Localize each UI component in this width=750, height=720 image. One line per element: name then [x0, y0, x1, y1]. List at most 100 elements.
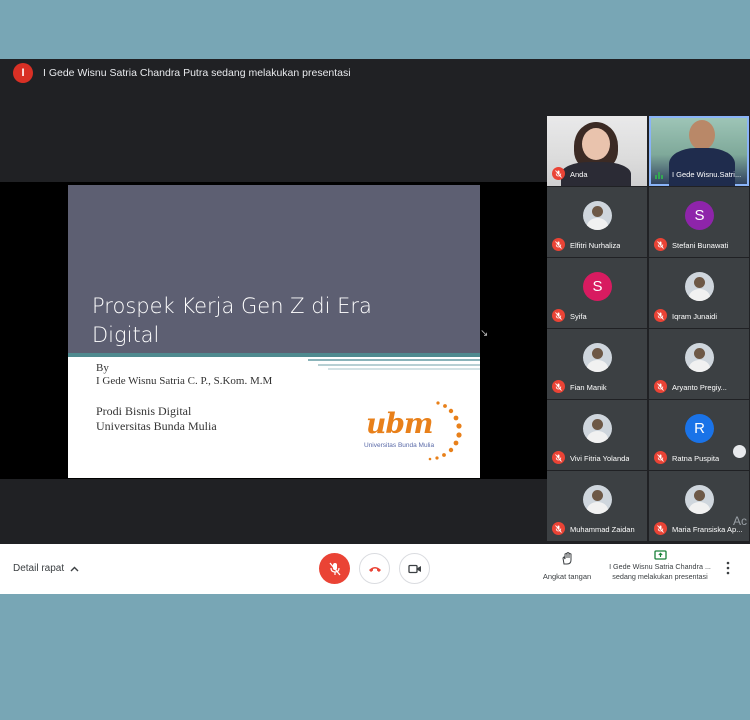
slide-stripe	[328, 368, 480, 370]
present-screen-icon	[653, 550, 667, 560]
muted-mic-icon	[552, 167, 565, 180]
participant-avatar	[583, 343, 612, 372]
participant-tile[interactable]: I Gede Wisnu.Satri...	[649, 116, 749, 186]
participant-avatar	[685, 485, 714, 514]
presenter-avatar: I	[13, 63, 33, 83]
presenting-label-line1: I Gede Wisnu Satria Chandra ...	[609, 562, 711, 571]
presenting-banner: I I Gede Wisnu Satria Chandra Putra seda…	[0, 59, 750, 87]
slide-stripe	[318, 364, 480, 366]
presenting-banner-text: I Gede Wisnu Satria Chandra Putra sedang…	[43, 67, 351, 79]
participant-tile[interactable]: Anda	[547, 116, 647, 186]
muted-mic-icon	[552, 238, 565, 251]
participant-avatar	[583, 414, 612, 443]
participant-avatar: S	[685, 201, 714, 230]
participant-avatar: R	[685, 414, 714, 443]
chevron-up-icon	[70, 566, 79, 571]
more-vert-icon	[726, 561, 730, 575]
participant-grid: Anda I Gede Wisnu.Satri... Elfitri Nurhali…	[547, 116, 750, 541]
mic-off-icon	[555, 240, 562, 249]
muted-mic-icon	[654, 309, 667, 322]
participant-avatar	[583, 485, 612, 514]
participant-name: Iqram Junaidi	[672, 312, 718, 321]
participant-name: Anda	[570, 170, 588, 179]
hand-icon	[562, 551, 572, 565]
mic-off-icon	[329, 562, 340, 575]
participant-tile[interactable]: R Ratna Puspita	[649, 400, 749, 470]
presenting-indicator-button[interactable]: I Gede Wisnu Satria Chandra ... sedang m…	[603, 550, 717, 582]
mic-off-icon	[657, 382, 664, 391]
participant-name: Aryanto Pregiy...	[672, 383, 727, 392]
meeting-details-label: Detail rapat	[13, 563, 65, 574]
meeting-details-button[interactable]: Detail rapat	[13, 563, 79, 574]
ubm-logo: ubm Universitas Bunda Mulia	[360, 397, 470, 471]
muted-mic-icon	[552, 522, 565, 535]
participant-name: Syifa	[570, 312, 587, 321]
slide-author: I Gede Wisnu Satria C. P., S.Kom. M.M	[96, 375, 273, 387]
pin-icon[interactable]	[733, 445, 746, 458]
more-options-button[interactable]	[726, 561, 730, 580]
muted-mic-icon	[552, 309, 565, 322]
mic-off-icon	[657, 311, 664, 320]
muted-mic-icon	[552, 380, 565, 393]
slide-by: By	[96, 362, 109, 374]
participant-video-face	[582, 128, 610, 160]
participant-tile[interactable]: Muhammad Zaidan	[547, 471, 647, 541]
mic-off-icon	[555, 453, 562, 462]
participant-tile[interactable]: Fian Manik	[547, 329, 647, 399]
muted-mic-icon	[552, 451, 565, 464]
slide-university: Universitas Bunda Mulia	[96, 419, 217, 433]
participant-name: Elfitri Nurhaliza	[570, 241, 621, 250]
presenting-label-line2: sedang melakukan presentasi	[612, 572, 708, 581]
participant-name: I Gede Wisnu.Satri...	[672, 170, 742, 179]
slide-prodi: Prodi Bisnis Digital	[96, 404, 192, 418]
slide-stripe	[308, 359, 480, 361]
participant-name: Stefani Bunawati	[672, 241, 729, 250]
participant-name: Fian Manik	[570, 383, 607, 392]
ubm-logo-subtext: Universitas Bunda Mulia	[364, 442, 435, 449]
participant-name: Muhammad Zaidan	[570, 525, 635, 534]
mic-off-icon	[657, 453, 664, 462]
participant-tile[interactable]: Vivi Fitria Yolanda	[547, 400, 647, 470]
bottom-control-bar: Detail rapat Angkat tangan I Gede Wisnu …	[0, 544, 750, 594]
mic-off-icon	[555, 311, 562, 320]
muted-mic-icon	[654, 380, 667, 393]
participant-avatar	[685, 343, 714, 372]
participant-avatar	[685, 272, 714, 301]
muted-mic-icon	[654, 522, 667, 535]
participant-tile[interactable]: Maria Fransiska Ap...	[649, 471, 749, 541]
slide-title-line1: Prospek Kerja Gen Z di Era	[92, 294, 372, 318]
camera-toggle-button[interactable]	[399, 553, 430, 584]
participant-avatar: S	[583, 272, 612, 301]
leave-call-button[interactable]	[359, 553, 390, 584]
hang-up-icon	[368, 566, 381, 572]
participant-avatar	[583, 201, 612, 230]
participant-tile[interactable]: Iqram Junaidi	[649, 258, 749, 328]
ubm-logo-text: ubm	[366, 407, 434, 440]
participant-name: Vivi Fitria Yolanda	[570, 454, 630, 463]
participant-tile[interactable]: S Syifa	[547, 258, 647, 328]
participant-video-face	[689, 120, 715, 150]
camera-icon	[407, 564, 421, 573]
participant-tile[interactable]: Aryanto Pregiy...	[649, 329, 749, 399]
activate-watermark: Ac	[733, 514, 748, 528]
muted-mic-icon	[654, 238, 667, 251]
mic-off-icon	[657, 240, 664, 249]
presentation-slide: Prospek Kerja Gen Z di Era Digital By I …	[68, 185, 480, 478]
presentation-stage: Prospek Kerja Gen Z di Era Digital By I …	[0, 182, 547, 479]
speaking-indicator-icon	[655, 172, 663, 179]
participant-tile[interactable]: Elfitri Nurhaliza	[547, 187, 647, 257]
mic-off-icon	[555, 169, 562, 178]
mic-off-icon	[555, 524, 562, 533]
raise-hand-button[interactable]: Angkat tangan	[538, 551, 596, 581]
participant-tile[interactable]: S Stefani Bunawati	[649, 187, 749, 257]
slide-title: Prospek Kerja Gen Z di Era Digital	[92, 292, 452, 350]
slide-title-line2: Digital	[92, 323, 160, 347]
mic-toggle-button[interactable]	[319, 553, 350, 584]
raise-hand-label: Angkat tangan	[542, 572, 592, 581]
mouse-cursor-icon: ↘	[480, 328, 489, 339]
participant-video-body	[669, 148, 735, 186]
mic-off-icon	[657, 524, 664, 533]
muted-mic-icon	[654, 451, 667, 464]
participant-name: Ratna Puspita	[672, 454, 720, 463]
mic-off-icon	[555, 382, 562, 391]
